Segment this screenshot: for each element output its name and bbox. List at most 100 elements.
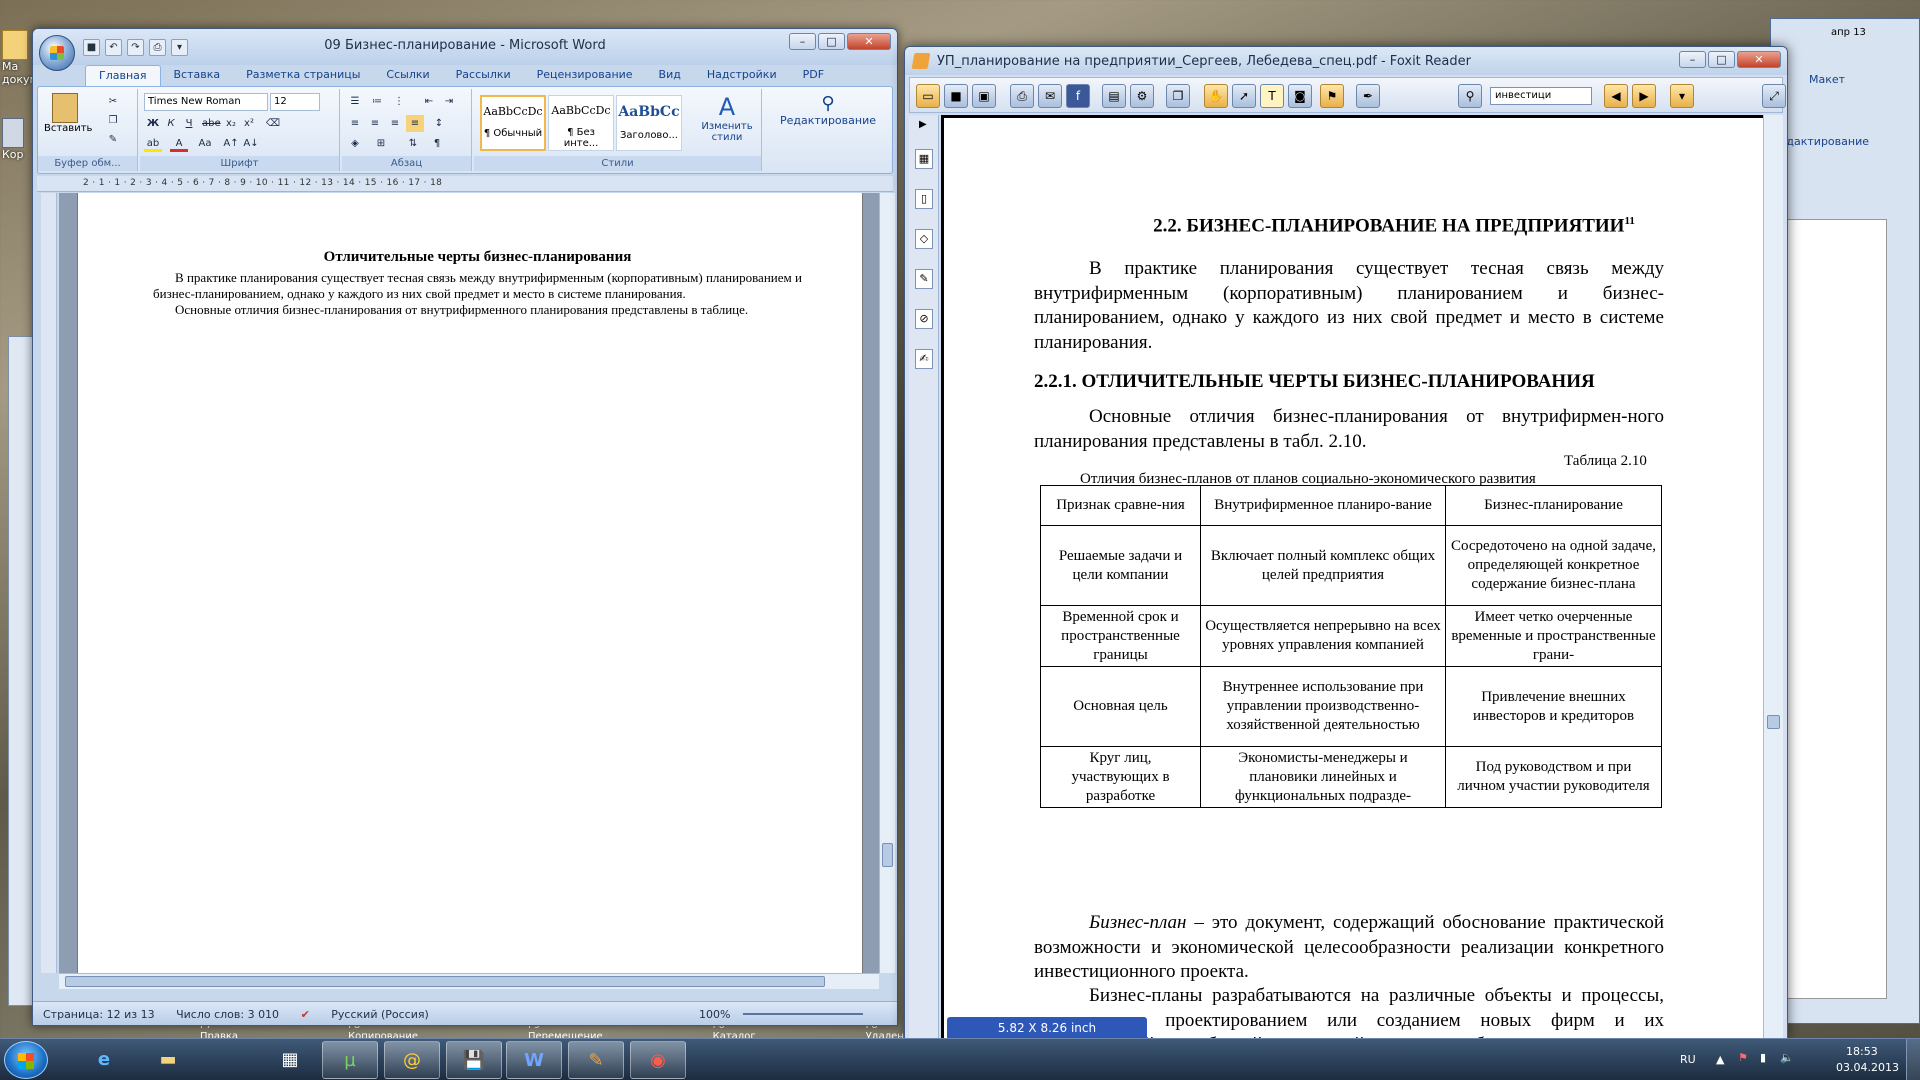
show-hidden-icons-icon[interactable]: ▲ xyxy=(1716,1053,1724,1066)
volume-icon[interactable]: 🔈 xyxy=(1780,1051,1794,1064)
clock-time[interactable]: 18:53 xyxy=(1846,1045,1878,1058)
tab-page-layout[interactable]: Разметка страницы xyxy=(233,65,373,86)
highlight-icon[interactable]: ab xyxy=(144,135,162,152)
minimize-button[interactable]: – xyxy=(1679,51,1706,68)
layers-icon[interactable]: ◇ xyxy=(915,229,933,249)
maximize-button[interactable]: □ xyxy=(1708,51,1735,68)
font-size-field[interactable]: 12 xyxy=(270,93,320,111)
cut-icon[interactable]: ✂ xyxy=(104,93,122,110)
italic-icon[interactable]: К xyxy=(162,115,180,132)
settings-icon[interactable]: ⚙ xyxy=(1130,84,1154,108)
network-icon[interactable]: ▮ xyxy=(1760,1051,1766,1064)
calculator-icon[interactable]: ▦ xyxy=(262,1041,318,1079)
pages-icon[interactable]: ❐ xyxy=(1166,84,1190,108)
close-button[interactable]: ✕ xyxy=(1737,51,1781,68)
copy-icon[interactable]: ❐ xyxy=(104,112,122,129)
print-icon[interactable]: ⎙ xyxy=(1010,84,1034,108)
open-icon[interactable]: ▭ xyxy=(916,84,940,108)
editing-button[interactable]: ⚲ Редактирование xyxy=(772,93,884,127)
email-icon[interactable]: ✉ xyxy=(1038,84,1062,108)
clear-format-icon[interactable]: ⌫ xyxy=(264,115,282,132)
paste-button[interactable]: Вставить xyxy=(44,93,92,134)
numbering-icon[interactable]: ≔ xyxy=(368,93,386,110)
mail-agent-icon[interactable]: @ xyxy=(384,1041,440,1079)
style-no-spacing[interactable]: AaBbCcDc ¶ Без инте... xyxy=(548,95,614,151)
scroll-thumb[interactable] xyxy=(1767,715,1780,729)
language[interactable]: Русский (Россия) xyxy=(331,1008,429,1021)
font-color-icon[interactable]: A xyxy=(170,135,188,152)
tab-home[interactable]: Главная xyxy=(85,65,161,86)
close-button[interactable]: ✕ xyxy=(847,33,891,50)
media-player-icon[interactable]: ◉ xyxy=(630,1041,686,1079)
find-next-icon[interactable]: ▶ xyxy=(1632,84,1656,108)
select-text-icon[interactable]: T xyxy=(1260,84,1284,108)
tab-addins[interactable]: Надстройки xyxy=(694,65,790,86)
line-spacing-icon[interactable]: ↕ xyxy=(430,115,448,132)
desktop-icon-documents[interactable]: Ма докум xyxy=(2,30,38,100)
align-center-icon[interactable]: ≡ xyxy=(366,115,384,132)
tab-view[interactable]: Вид xyxy=(646,65,694,86)
utorrent-icon[interactable]: µ xyxy=(322,1041,378,1079)
align-right-icon[interactable]: ≡ xyxy=(386,115,404,132)
fullscreen-icon[interactable]: ⤢ xyxy=(1762,84,1786,108)
start-button[interactable] xyxy=(4,1041,48,1079)
style-heading[interactable]: AaBbCc Заголово... xyxy=(616,95,682,151)
desktop-icon-recycle-bin[interactable]: Кор xyxy=(2,118,32,178)
explorer-icon[interactable]: ▬ xyxy=(140,1041,196,1079)
zoom-level[interactable]: 100% xyxy=(699,1008,730,1021)
horizontal-scrollbar[interactable] xyxy=(59,973,879,989)
format-painter-icon[interactable]: ✎ xyxy=(104,131,122,148)
attachments-icon[interactable]: ⊘ xyxy=(915,309,933,329)
vertical-scrollbar[interactable] xyxy=(879,193,895,973)
stamp-icon[interactable]: ⚑ xyxy=(1320,84,1344,108)
foxit-taskbar-icon[interactable]: ✎ xyxy=(568,1041,624,1079)
change-case-icon[interactable]: Aa xyxy=(196,135,214,152)
page-count[interactable]: Страница: 12 из 13 xyxy=(43,1008,155,1021)
clock-date[interactable]: 03.04.2013 xyxy=(1836,1061,1899,1074)
tab-insert[interactable]: Вставка xyxy=(161,65,234,86)
collapse-arrow-icon[interactable]: ▶ xyxy=(919,119,927,130)
facebook-icon[interactable]: f xyxy=(1066,84,1090,108)
style-normal[interactable]: AaBbCcDc ¶ Обычный xyxy=(480,95,546,151)
minimize-button[interactable]: – xyxy=(789,33,816,50)
scroll-thumb[interactable] xyxy=(882,843,893,867)
superscript-icon[interactable]: x² xyxy=(240,115,258,132)
change-styles-button[interactable]: A Изменить стили xyxy=(696,93,758,143)
language-indicator[interactable]: RU xyxy=(1680,1053,1696,1066)
align-left-icon[interactable]: ≡ xyxy=(346,115,364,132)
decrease-indent-icon[interactable]: ⇤ xyxy=(420,93,438,110)
grow-font-icon[interactable]: A↑ xyxy=(222,135,240,152)
strikethrough-icon[interactable]: abe xyxy=(202,115,221,132)
page-thumbnails-icon[interactable]: ▯ xyxy=(915,189,933,209)
tab-pdf[interactable]: PDF xyxy=(790,65,837,86)
pdf-view[interactable]: 2.2. БИЗНЕС-ПЛАНИРОВАНИЕ НА ПРЕДПРИЯТИИ1… xyxy=(941,115,1763,1039)
multilevel-list-icon[interactable]: ⋮ xyxy=(390,93,408,110)
sort-icon[interactable]: ⇅ xyxy=(404,135,422,152)
ie-icon[interactable]: e xyxy=(76,1041,132,1079)
justify-icon[interactable]: ≡ xyxy=(406,115,424,132)
scroll-thumb[interactable] xyxy=(65,976,825,987)
borders-icon[interactable]: ⊞ xyxy=(372,135,390,152)
find-prev-icon[interactable]: ◀ xyxy=(1604,84,1628,108)
shrink-font-icon[interactable]: A↓ xyxy=(242,135,260,152)
save-icon[interactable]: ■ xyxy=(944,84,968,108)
subscript-icon[interactable]: x₂ xyxy=(222,115,240,132)
bullets-icon[interactable]: ☰ xyxy=(346,93,364,110)
bookmarks-icon[interactable]: ▦ xyxy=(915,149,933,169)
total-commander-icon[interactable]: 💾 xyxy=(446,1041,502,1079)
foxit-titlebar[interactable]: УП_планирование на предприятии_Сергеев, … xyxy=(905,47,1787,75)
snapshot-icon[interactable]: ◙ xyxy=(1288,84,1312,108)
show-desktop-button[interactable] xyxy=(1906,1039,1920,1080)
tab-review[interactable]: Рецензирование xyxy=(524,65,646,86)
save-as-icon[interactable]: ▣ xyxy=(972,84,996,108)
increase-indent-icon[interactable]: ⇥ xyxy=(440,93,458,110)
word-count[interactable]: Число слов: 3 010 xyxy=(176,1008,279,1021)
spellcheck-icon[interactable]: ✔ xyxy=(301,1008,310,1021)
tab-mailings[interactable]: Рассылки xyxy=(443,65,524,86)
sign-icon[interactable]: ✒ xyxy=(1356,84,1380,108)
show-marks-icon[interactable]: ¶ xyxy=(428,135,446,152)
bold-icon[interactable]: Ж xyxy=(144,115,162,132)
signatures-icon[interactable]: ✍ xyxy=(915,349,933,369)
vertical-scrollbar[interactable] xyxy=(1763,115,1783,1039)
flag-icon[interactable]: ⚑ xyxy=(1738,1051,1748,1064)
